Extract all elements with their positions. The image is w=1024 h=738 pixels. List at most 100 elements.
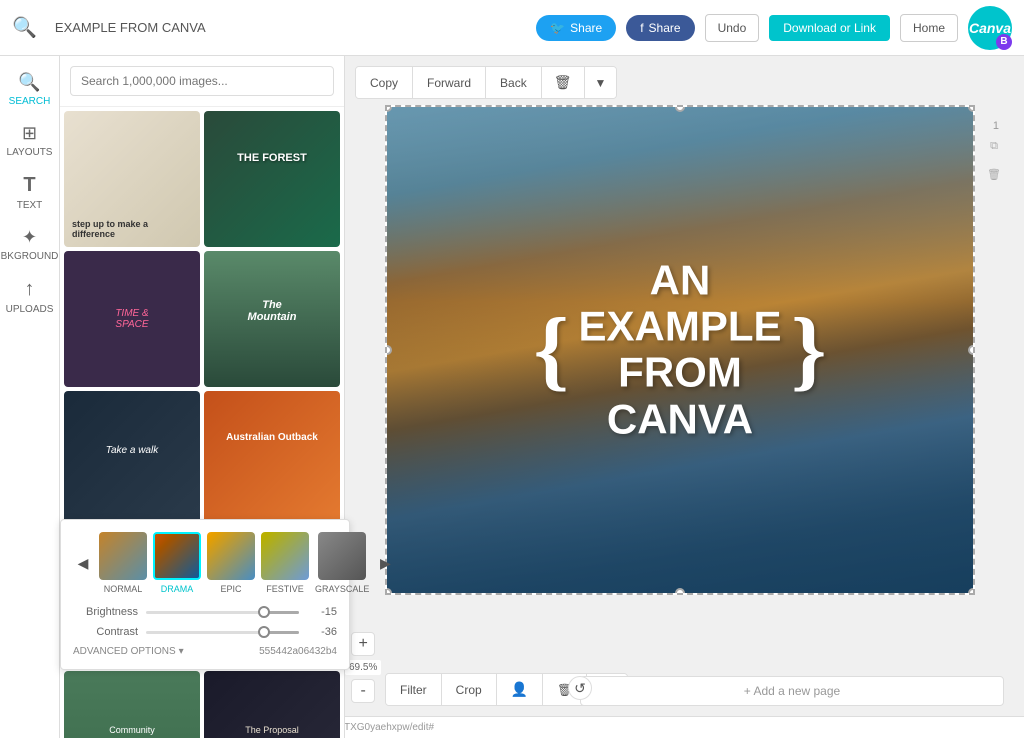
background-icon: ✦ <box>22 227 37 248</box>
filter-button[interactable]: Filter <box>386 674 442 705</box>
template-card[interactable]: step up to make a difference <box>64 111 200 247</box>
template-card-text: Australian Outback <box>226 432 318 443</box>
sidebar-label-background: BKGROUND <box>1 251 59 262</box>
back-button[interactable]: Back <box>486 67 542 98</box>
rotate-button[interactable]: ↺ <box>568 676 592 700</box>
user-badge: B <box>996 34 1012 50</box>
search-bar <box>60 56 344 107</box>
contrast-row: Contrast -36 <box>73 626 337 638</box>
filter-grayscale-label: GRAYSCALE <box>315 584 369 594</box>
resize-handle-br[interactable] <box>968 588 975 595</box>
profile-button[interactable]: 👤 <box>497 674 543 705</box>
brightness-thumb[interactable] <box>258 606 270 618</box>
sidebar-label-uploads: UPLOADS <box>6 304 54 315</box>
contrast-fill <box>268 631 299 634</box>
share-facebook-button[interactable]: f Share <box>626 15 694 41</box>
home-button[interactable]: Home <box>900 14 958 42</box>
layouts-icon: ⊞ <box>22 123 37 144</box>
undo-button[interactable]: Undo <box>705 14 760 42</box>
filter-grayscale[interactable]: GRAYSCALE <box>315 532 369 594</box>
sidebar-item-search[interactable]: 🔍 SEARCH <box>0 64 59 115</box>
search-input[interactable] <box>70 66 334 96</box>
template-card-text: THE FOREST <box>204 152 340 164</box>
sidebar-label-layouts: LAYOUTS <box>7 147 53 158</box>
advanced-options-button[interactable]: ADVANCED OPTIONS ▾ <box>73 646 184 657</box>
template-card[interactable]: THE FOREST <box>204 111 340 247</box>
filter-festive[interactable]: FESTIVE <box>261 532 309 594</box>
copy-button[interactable]: Copy <box>356 67 413 98</box>
contrast-thumb[interactable] <box>258 626 270 638</box>
template-card[interactable]: The Mountain <box>204 251 340 387</box>
chevron-down-icon: ▾ <box>179 646 184 657</box>
canva-logo: Canva B <box>968 6 1012 50</box>
canvas-image: { AN EXAMPLE FROM CANVA } <box>387 107 973 593</box>
brightness-fill <box>268 611 299 614</box>
main-canvas[interactable]: { AN EXAMPLE FROM CANVA } <box>385 105 975 595</box>
template-card[interactable]: The Proposal <box>204 671 340 738</box>
brightness-row: Brightness -15 <box>73 606 337 618</box>
contrast-value: -36 <box>307 626 337 638</box>
color-code: 555442a06432b4 <box>259 646 337 657</box>
forward-button[interactable]: Forward <box>413 67 486 98</box>
sidebar-label-search: SEARCH <box>9 96 51 107</box>
search-icon: 🔍 <box>12 15 37 40</box>
sidebar-item-layouts[interactable]: ⊞ LAYOUTS <box>0 115 59 166</box>
delete-button[interactable]: 🗑 <box>542 67 585 98</box>
filter-thumbnails: ◀ NORMAL DRAMA EPIC FESTIVE GRAYSCALE ▶ <box>73 532 337 594</box>
bracket-right: } <box>791 319 826 382</box>
template-card[interactable]: Take a walk <box>64 391 200 527</box>
zoom-in-button[interactable]: + <box>351 632 375 656</box>
canvas-text[interactable]: { AN EXAMPLE FROM CANVA } <box>534 258 827 443</box>
filter-festive-label: FESTIVE <box>266 584 304 594</box>
filter-prev-button[interactable]: ◀ <box>73 553 93 573</box>
share-twitter-button[interactable]: 🐦 Share <box>536 15 616 41</box>
contrast-label: Contrast <box>73 626 138 638</box>
sidebar-item-uploads[interactable]: ↑ UPLOADS <box>0 270 59 323</box>
crop-button[interactable]: Crop <box>442 674 497 705</box>
resize-handle-tr[interactable] <box>968 105 975 112</box>
filter-epic-preview <box>207 532 255 580</box>
resize-handle-rm[interactable] <box>968 345 975 355</box>
contrast-track[interactable] <box>146 631 299 634</box>
filter-normal-label: NORMAL <box>104 584 143 594</box>
sidebar-item-text[interactable]: T TEXT <box>0 166 59 219</box>
sidebar-item-background[interactable]: ✦ BKGROUND <box>0 219 59 270</box>
template-card[interactable]: TIME & SPACE <box>64 251 200 387</box>
page-number: 1 <box>993 120 999 132</box>
template-card-text: The Proposal <box>245 725 299 735</box>
template-card-text: Take a walk <box>106 445 158 456</box>
filter-drama[interactable]: DRAMA <box>153 532 201 594</box>
sidebar-label-text: TEXT <box>17 200 43 211</box>
filter-grayscale-preview <box>318 532 366 580</box>
template-card-text: The Mountain <box>238 299 306 323</box>
more-options-button[interactable]: ▼ <box>585 67 617 98</box>
add-page-bar[interactable]: + Add a new page <box>580 676 1004 706</box>
facebook-icon: f <box>640 21 643 35</box>
download-button[interactable]: Download or Link <box>769 15 890 41</box>
zoom-controls: + 69.5% - <box>345 632 381 703</box>
search-icon: 🔍 <box>18 72 40 93</box>
filter-footer: ADVANCED OPTIONS ▾ 555442a06432b4 <box>73 646 337 657</box>
trash-page-icon[interactable]: 🗑 <box>984 168 1004 188</box>
sidebar: 🔍 SEARCH ⊞ LAYOUTS T TEXT ✦ BKGROUND ↑ U… <box>0 56 60 738</box>
text-icon: T <box>23 174 35 197</box>
zoom-out-button[interactable]: - <box>351 679 375 703</box>
resize-handle-bm[interactable] <box>675 588 685 595</box>
uploads-icon: ↑ <box>25 278 35 301</box>
brightness-value: -15 <box>307 606 337 618</box>
copy-page-icon[interactable]: ⧉ <box>984 140 1004 160</box>
filter-epic-label: EPIC <box>220 584 241 594</box>
template-card-text: Community <box>109 725 155 735</box>
template-card[interactable]: Community <box>64 671 200 738</box>
brightness-track[interactable] <box>146 611 299 614</box>
resize-handle-bl[interactable] <box>385 588 392 595</box>
filter-panel: ◀ NORMAL DRAMA EPIC FESTIVE GRAYSCALE ▶ … <box>60 519 350 670</box>
template-card[interactable]: Australian Outback <box>204 391 340 527</box>
filter-drama-label: DRAMA <box>161 584 194 594</box>
filter-next-button[interactable]: ▶ <box>375 553 395 573</box>
canvas-text-line1: AN EXAMPLE FROM <box>577 258 783 397</box>
topbar: 🔍 EXAMPLE FROM CANVA 🐦 Share f Share Und… <box>0 0 1024 56</box>
filter-normal[interactable]: NORMAL <box>99 532 147 594</box>
filter-epic[interactable]: EPIC <box>207 532 255 594</box>
filter-drama-preview <box>153 532 201 580</box>
